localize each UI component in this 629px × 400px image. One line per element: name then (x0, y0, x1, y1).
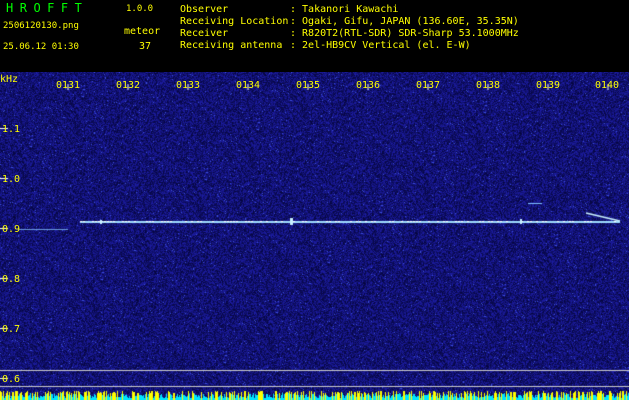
y-tick-label: 0.6 (2, 374, 21, 385)
x-tick-label: 0138 (475, 80, 501, 91)
spectrogram (0, 72, 629, 400)
x-tick-label: 0140 (594, 80, 620, 91)
x-tick-label: 0135 (295, 80, 321, 91)
location-label: Receiving Location (180, 16, 289, 27)
receiver-label: Receiver (180, 28, 229, 39)
observer-value: : Takanori Kawachi (290, 4, 399, 15)
app-title: HROFFT (6, 1, 89, 15)
y-tick-label: 1.0 (2, 174, 21, 185)
y-tick-label: 0.9 (2, 224, 21, 235)
antenna-value: : 2el-HB9CV Vertical (el. E-W) (290, 40, 471, 51)
x-tick-label: 0136 (355, 80, 381, 91)
y-tick-label: 1.1 (2, 124, 21, 135)
app-version: 1.0.0 (126, 4, 154, 14)
receiver-value: : R820T2(RTL-SDR) SDR-Sharp 53.1000MHz (290, 28, 519, 39)
x-tick-label: 0137 (415, 80, 441, 91)
x-tick-label: 0134 (235, 80, 261, 91)
meteor-count: 37 (139, 41, 152, 52)
datetime: 25.06.12 01:30 (3, 42, 79, 52)
filename: 2506120130.png (3, 21, 79, 31)
location-value: : Ogaki, Gifu, JAPAN (136.60E, 35.35N) (290, 16, 519, 27)
antenna-label: Receiving antenna (180, 40, 283, 51)
x-tick-label: 0132 (115, 80, 141, 91)
observer-label: Observer (180, 4, 229, 15)
frequency-unit-label: kHz (0, 74, 19, 85)
x-tick-label: 0133 (175, 80, 201, 91)
y-tick-label: 0.7 (2, 324, 21, 335)
x-tick-label: 0139 (535, 80, 561, 91)
y-tick-label: 0.8 (2, 274, 21, 285)
header-panel: HROFFT 1.0.0 2506120130.png meteor 25.06… (0, 0, 629, 72)
meteor-label: meteor (124, 26, 161, 37)
x-tick-label: 0131 (55, 80, 81, 91)
